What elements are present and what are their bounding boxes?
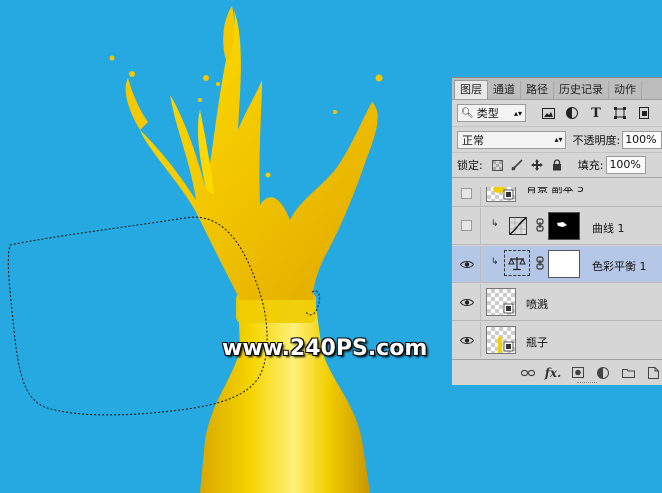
tab-layers[interactable]: 图层 xyxy=(454,80,488,99)
layer-row-selected[interactable]: ↳ 色彩平衡 1 xyxy=(452,246,662,283)
mask-link-icon[interactable] xyxy=(536,256,544,273)
lock-position-icon[interactable] xyxy=(531,158,544,172)
blend-mode-value: 正常 xyxy=(462,133,484,147)
layer-row[interactable]: 瓶子 xyxy=(452,322,662,358)
layer-thumbnail xyxy=(486,326,516,354)
lock-all-icon[interactable] xyxy=(551,158,564,172)
new-adjustment-icon[interactable] xyxy=(595,365,611,381)
eye-icon[interactable] xyxy=(459,334,475,346)
panel-tabs: 图层 通道 路径 历史记录 动作 xyxy=(452,78,662,100)
panel-resize-grip[interactable] xyxy=(577,382,597,385)
layers-panel: 图层 通道 路径 历史记录 动作 🔍︎ 类型 ▴▾ T 正常 ▴▾ 不透明度: … xyxy=(451,77,662,385)
paint-droplet xyxy=(333,110,337,114)
panel-footer: fx. xyxy=(452,359,662,385)
tab-history[interactable]: 历史记录 xyxy=(554,81,609,99)
filter-row: 🔍︎ 类型 ▴▾ T xyxy=(452,100,662,126)
paint-droplet xyxy=(203,75,209,81)
link-layers-icon[interactable] xyxy=(520,365,536,381)
paint-droplet xyxy=(129,71,135,77)
paint-droplet xyxy=(375,74,383,82)
curves-adjustment-icon xyxy=(505,213,531,239)
fx-icon[interactable]: fx. xyxy=(545,365,562,381)
layer-name: 喷溅 xyxy=(526,298,548,311)
visibility-toggle-off[interactable] xyxy=(461,220,472,231)
opacity-field[interactable]: 100% xyxy=(622,130,662,149)
layer-row[interactable]: ↳ 曲线 1 xyxy=(452,208,662,245)
lock-icons xyxy=(491,158,564,172)
updown-arrow-icon: ▴▾ xyxy=(554,135,563,144)
layer-mask-thumbnail[interactable] xyxy=(548,250,580,278)
image-filter-icon[interactable] xyxy=(540,105,556,121)
layer-name: 背景 副本 5 xyxy=(526,187,584,195)
color-balance-adjustment-icon xyxy=(504,250,530,276)
clipping-arrow-icon: ↳ xyxy=(491,257,499,267)
new-group-icon[interactable] xyxy=(620,365,636,381)
shape-filter-icon[interactable] xyxy=(612,105,628,121)
tab-actions[interactable]: 动作 xyxy=(609,81,642,99)
lock-image-icon[interactable] xyxy=(511,158,524,172)
eye-icon[interactable] xyxy=(459,296,475,308)
layer-name: 曲线 1 xyxy=(592,222,625,235)
lock-label: 锁定: xyxy=(457,159,483,172)
layer-name: 色彩平衡 1 xyxy=(592,260,647,273)
opacity-label: 不透明度: xyxy=(572,133,621,147)
layer-thumbnail xyxy=(486,187,516,202)
layer-thumbnail xyxy=(486,288,516,316)
smart-object-filter-icon[interactable] xyxy=(636,105,652,121)
divider xyxy=(480,284,481,320)
adjustment-filter-icon[interactable] xyxy=(564,105,580,121)
kind-filter-label: 类型 xyxy=(476,107,499,120)
paint-droplet xyxy=(198,98,202,102)
layer-list: 背景 副本 5 ↳ 曲线 1 ↳ 色彩平衡 1 喷溅 瓶子 xyxy=(452,187,662,358)
clipping-arrow-icon: ↳ xyxy=(491,219,499,229)
kind-filter-select[interactable]: 🔍︎ 类型 ▴▾ xyxy=(457,104,526,122)
tab-paths[interactable]: 路径 xyxy=(521,81,554,99)
paint-droplet xyxy=(109,55,115,61)
filter-icons: T xyxy=(540,105,652,121)
watermark-text: www.240PS.com xyxy=(222,336,428,361)
tab-channels[interactable]: 通道 xyxy=(488,81,521,99)
new-layer-icon[interactable] xyxy=(645,365,661,381)
divider xyxy=(480,246,481,282)
visibility-toggle-off[interactable] xyxy=(461,188,472,199)
divider xyxy=(480,208,481,244)
fill-field[interactable]: 100% xyxy=(606,156,647,174)
layer-name: 瓶子 xyxy=(526,336,548,349)
lock-row: 锁定: 填充: 100% xyxy=(452,152,662,178)
add-mask-icon[interactable] xyxy=(570,365,586,381)
divider xyxy=(480,322,481,358)
updown-arrow-icon: ▴▾ xyxy=(513,108,522,118)
layer-mask-thumbnail[interactable] xyxy=(548,212,580,240)
mask-link-icon[interactable] xyxy=(536,218,544,235)
blend-mode-select[interactable]: 正常 ▴▾ xyxy=(457,130,567,149)
blend-row: 正常 ▴▾ 不透明度: 100% xyxy=(452,126,662,152)
divider xyxy=(480,187,481,206)
lock-transparent-icon[interactable] xyxy=(491,158,504,172)
search-icon: 🔍︎ xyxy=(461,107,474,119)
layer-row[interactable]: 喷溅 xyxy=(452,284,662,321)
paint-droplet xyxy=(265,172,271,178)
fill-label: 填充: xyxy=(577,159,604,172)
layer-row[interactable]: 背景 副本 5 xyxy=(452,187,662,207)
type-filter-icon[interactable]: T xyxy=(588,105,604,121)
eye-icon[interactable] xyxy=(459,258,475,270)
paint-droplet xyxy=(216,82,220,86)
